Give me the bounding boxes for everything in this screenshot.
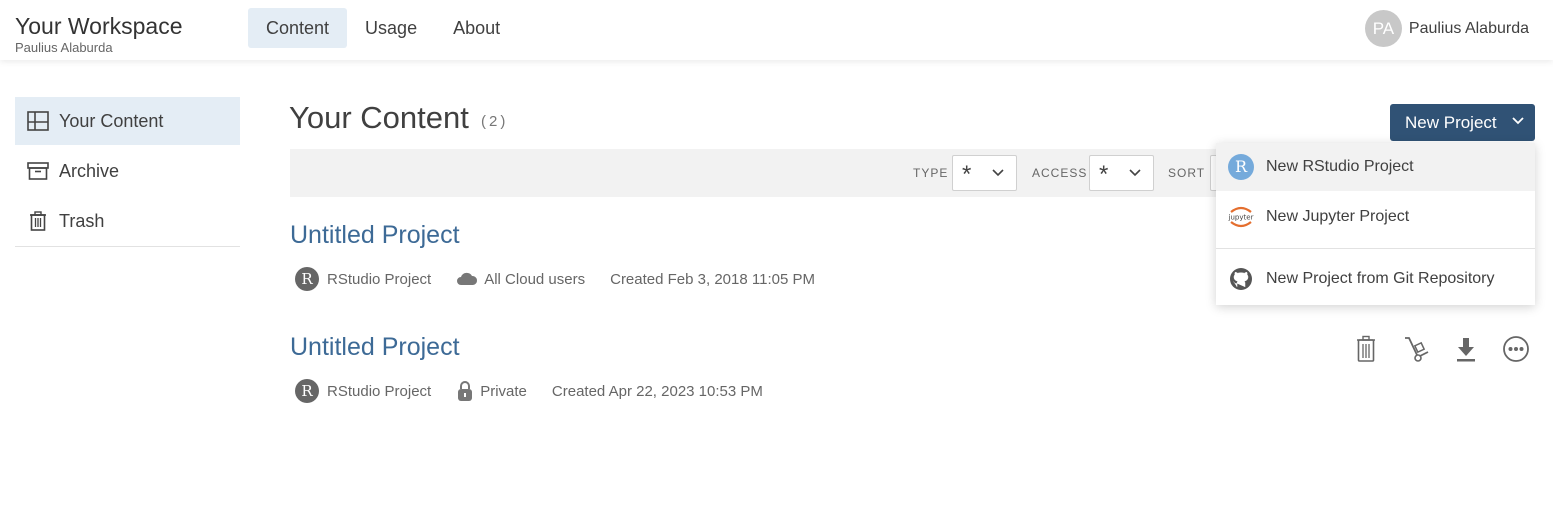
type-filter-select[interactable]: * bbox=[952, 155, 1017, 191]
menu-item-new-jupyter-project[interactable]: jupyter New Jupyter Project bbox=[1216, 193, 1535, 241]
archive-icon bbox=[27, 162, 49, 180]
project-meta: R RStudio Project All Cloud users Create… bbox=[295, 266, 815, 292]
sidebar-item-label: Trash bbox=[59, 210, 105, 231]
delete-button[interactable] bbox=[1352, 334, 1380, 364]
layout-icon bbox=[27, 111, 49, 131]
avatar[interactable]: PA bbox=[1364, 10, 1402, 47]
project-actions bbox=[1352, 334, 1552, 364]
sidebar: Your Content Archive Trash bbox=[15, 97, 240, 247]
sidebar-item-archive[interactable]: Archive bbox=[15, 147, 240, 195]
access-filter-label: ACCESS bbox=[1032, 166, 1088, 180]
project-access: All Cloud users bbox=[484, 270, 586, 288]
access-filter-select[interactable]: * bbox=[1089, 155, 1154, 191]
nav-usage[interactable]: Usage bbox=[347, 8, 435, 48]
menu-item-new-rstudio-project[interactable]: R New RStudio Project bbox=[1216, 143, 1535, 191]
sidebar-divider bbox=[15, 246, 240, 247]
trash-icon bbox=[1357, 335, 1375, 362]
nav-content[interactable]: Content bbox=[248, 8, 348, 48]
project-access: Private bbox=[480, 382, 527, 400]
more-options-button[interactable] bbox=[1502, 334, 1530, 364]
type-filter-value: * bbox=[962, 161, 972, 188]
jupyter-icon: jupyter bbox=[1228, 206, 1254, 228]
chevron-down-icon bbox=[992, 169, 1004, 177]
workspace-owner: Paulius Alaburda bbox=[15, 40, 113, 55]
rstudio-badge-icon: R bbox=[295, 267, 319, 291]
project-title[interactable]: Untitled Project bbox=[290, 333, 460, 362]
rstudio-badge-icon: R bbox=[295, 379, 319, 403]
menu-divider bbox=[1216, 248, 1535, 249]
sort-filter-label: SORT bbox=[1168, 166, 1206, 180]
menu-item-label: New Project from Git Repository bbox=[1266, 270, 1495, 287]
chevron-down-icon bbox=[1512, 117, 1524, 125]
new-project-label: New Project bbox=[1405, 112, 1497, 132]
download-icon bbox=[1457, 338, 1475, 362]
project-title[interactable]: Untitled Project bbox=[290, 221, 460, 250]
new-project-button[interactable]: New Project bbox=[1390, 104, 1535, 141]
sidebar-item-your-content[interactable]: Your Content bbox=[15, 97, 240, 145]
menu-item-new-git-project[interactable]: New Project from Git Repository bbox=[1216, 255, 1535, 303]
sidebar-item-trash[interactable]: Trash bbox=[15, 197, 240, 245]
sidebar-item-label: Your Content bbox=[59, 110, 164, 131]
content-count: (2) bbox=[481, 113, 509, 130]
lock-icon bbox=[458, 381, 473, 401]
project-type: RStudio Project bbox=[327, 270, 432, 288]
cloud-icon bbox=[457, 272, 478, 285]
new-project-dropdown: R New RStudio Project jupyter New Jupyte… bbox=[1216, 143, 1535, 305]
download-button[interactable] bbox=[1452, 334, 1480, 364]
more-icon bbox=[1503, 336, 1529, 362]
project-type: RStudio Project bbox=[327, 382, 432, 400]
jupyter-logo-text: jupyter bbox=[1228, 214, 1254, 222]
move-button[interactable] bbox=[1402, 334, 1430, 364]
main-nav: Content Usage About bbox=[248, 8, 518, 48]
type-filter-label: TYPE bbox=[913, 166, 949, 180]
user-menu[interactable]: PA Paulius Alaburda bbox=[1364, 10, 1529, 47]
page-title: Your Content bbox=[289, 100, 469, 135]
trash-icon bbox=[30, 211, 46, 231]
chevron-down-icon bbox=[1129, 169, 1141, 177]
access-filter-value: * bbox=[1099, 161, 1109, 188]
top-header: Your Workspace Paulius Alaburda Content … bbox=[0, 0, 1553, 60]
workspace-title[interactable]: Your Workspace bbox=[15, 13, 182, 40]
nav-about[interactable]: About bbox=[435, 8, 518, 48]
menu-item-label: New Jupyter Project bbox=[1266, 208, 1410, 225]
user-name[interactable]: Paulius Alaburda bbox=[1409, 20, 1529, 38]
menu-item-label: New RStudio Project bbox=[1266, 158, 1414, 175]
github-icon bbox=[1230, 268, 1252, 290]
project-meta: R RStudio Project Private Created Apr 22… bbox=[295, 378, 763, 404]
sidebar-item-label: Archive bbox=[59, 160, 120, 181]
hand-truck-icon bbox=[1405, 337, 1429, 362]
rstudio-icon: R bbox=[1228, 154, 1254, 180]
project-created: Created Feb 3, 2018 11:05 PM bbox=[610, 270, 815, 288]
project-created: Created Apr 22, 2023 10:53 PM bbox=[551, 382, 763, 400]
